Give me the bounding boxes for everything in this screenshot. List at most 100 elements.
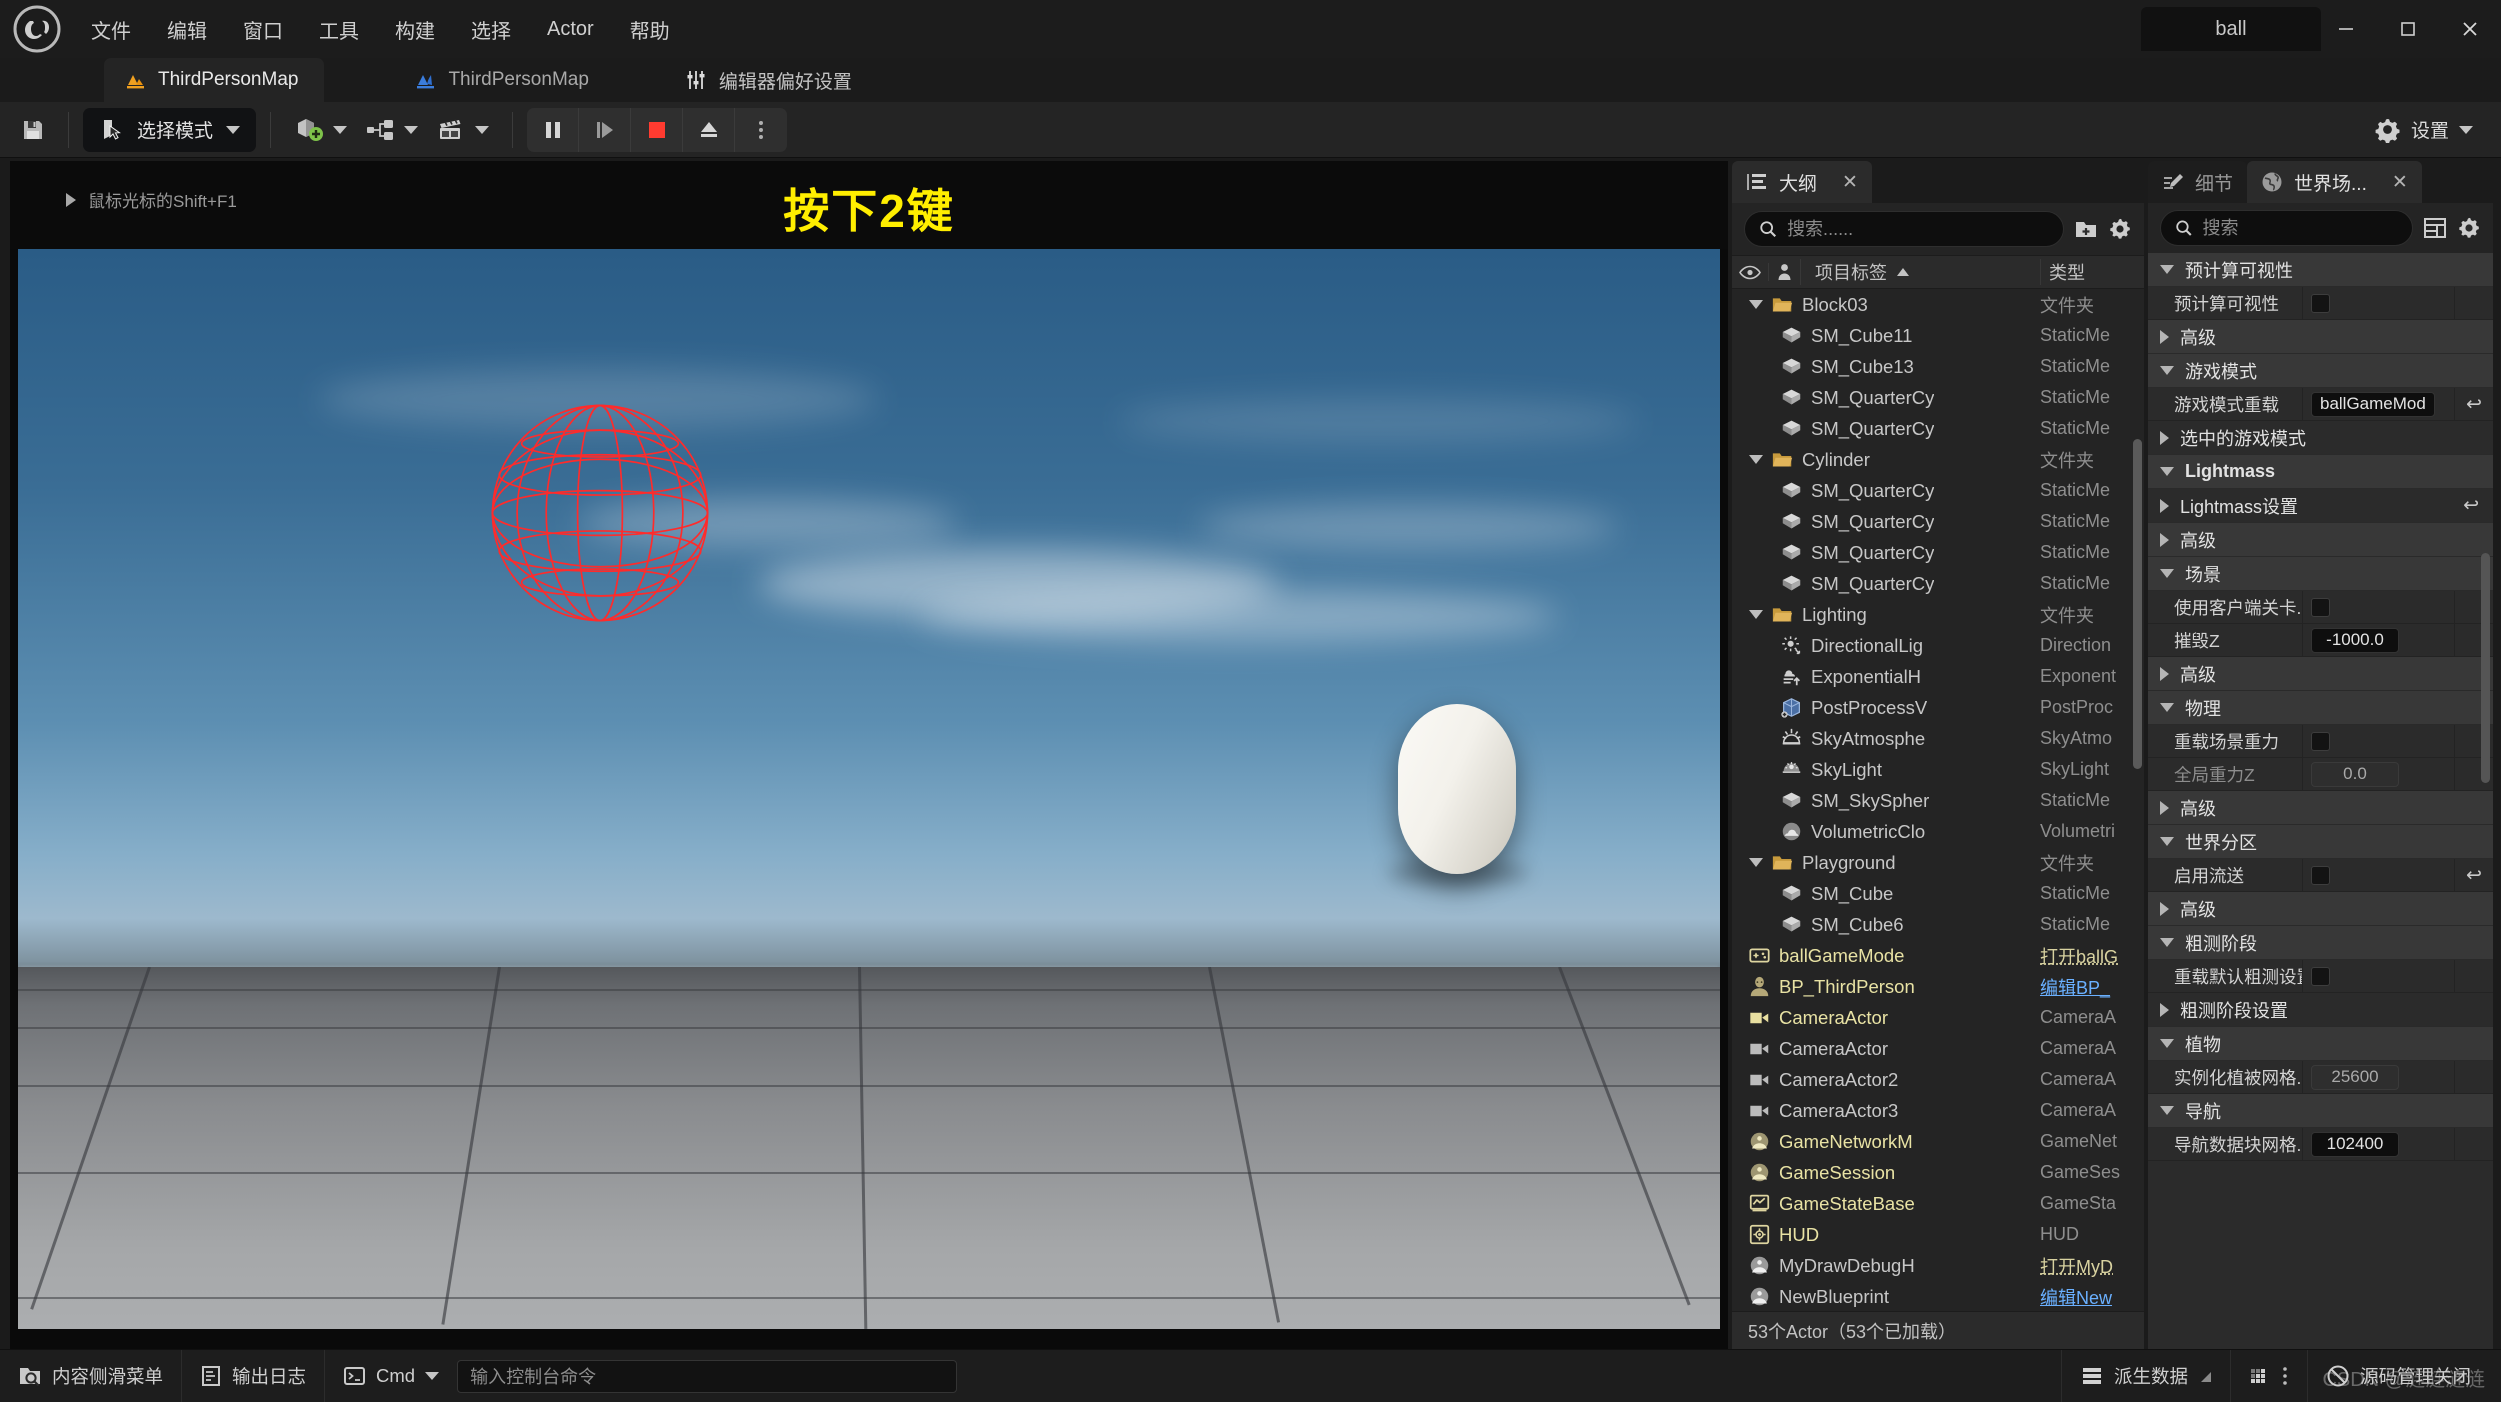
outliner-row[interactable]: Cylinder 文件夹 — [1732, 444, 2144, 475]
cmd-selector[interactable]: Cmd — [325, 1350, 445, 1402]
outliner-row[interactable]: CameraActor CameraA — [1732, 1033, 2144, 1064]
tab-thirdpersonmap-blueprint[interactable]: ThirdPersonMap — [394, 58, 614, 102]
property-category[interactable]: 高级 — [2148, 791, 2493, 825]
revert-icon[interactable]: ↩ — [2463, 494, 2479, 517]
outliner-row[interactable]: HUD HUD — [1732, 1219, 2144, 1250]
expand-arrow-icon[interactable] — [2160, 1039, 2174, 1048]
details-scrollbar[interactable] — [2481, 553, 2490, 783]
property-category[interactable]: 高级 — [2148, 657, 2493, 691]
expand-arrow-icon[interactable] — [2160, 265, 2174, 274]
menu-edit[interactable]: 编辑 — [150, 9, 224, 50]
outliner-row[interactable]: SM_QuarterCy StaticMe — [1732, 537, 2144, 568]
property-category[interactable]: 粗测阶段 — [2148, 926, 2493, 960]
property-input[interactable]: ballGameMod — [2311, 391, 2435, 417]
property-value[interactable] — [2303, 960, 2455, 992]
tab-thirdpersonmap-level[interactable]: ThirdPersonMap — [104, 58, 325, 102]
menu-build[interactable]: 构建 — [378, 9, 452, 50]
outliner-search-input[interactable] — [1787, 218, 2049, 240]
property-category[interactable]: 物理 — [2148, 691, 2493, 725]
property-category[interactable]: 导航 — [2148, 1094, 2493, 1128]
content-drawer-button[interactable]: 内容侧滑菜单 — [0, 1349, 183, 1402]
settings-button[interactable]: 设置 — [2364, 110, 2483, 149]
minimize-button[interactable] — [2315, 0, 2377, 58]
visibility-column-header[interactable] — [1732, 265, 1768, 280]
outliner-row[interactable]: MyDrawDebugH 打开MyD — [1732, 1250, 2144, 1281]
derived-data-button[interactable]: 派生数据 — [2060, 1349, 2231, 1402]
outliner-row[interactable]: SkyAtmosphe SkyAtmo — [1732, 723, 2144, 754]
expand-arrow-icon[interactable] — [2160, 1106, 2174, 1115]
property-value[interactable]: ballGameMod — [2303, 388, 2455, 420]
label-column-header[interactable]: 项目标签 — [1800, 259, 2040, 285]
property-value[interactable]: -1000.0 — [2303, 624, 2455, 656]
level-viewport[interactable]: 鼠标光标的Shift+F1 按下2键 — [10, 161, 1728, 1349]
collapse-arrow-icon[interactable] — [2160, 901, 2169, 916]
outliner-row[interactable]: SM_QuarterCy StaticMe — [1732, 382, 2144, 413]
maximize-button[interactable] — [2377, 0, 2439, 58]
outliner-row[interactable]: BP_ThirdPerson 编辑BP_ — [1732, 971, 2144, 1002]
menu-window[interactable]: 窗口 — [226, 9, 300, 50]
pause-button[interactable] — [527, 107, 580, 152]
new-folder-icon[interactable] — [2074, 217, 2098, 241]
collapse-arrow-icon[interactable] — [2160, 498, 2169, 513]
revert-icon[interactable]: ↩ — [2466, 864, 2482, 887]
expand-arrow-icon[interactable] — [2160, 938, 2174, 947]
outliner-settings-gear-icon[interactable] — [2108, 217, 2132, 241]
outliner-row[interactable]: SM_QuarterCy StaticMe — [1732, 568, 2144, 599]
outliner-row[interactable]: GameNetworkM GameNet — [1732, 1126, 2144, 1157]
console-command-input[interactable]: 输入控制台命令 — [457, 1359, 958, 1393]
outliner-row[interactable]: PostProcessV PostProc — [1732, 692, 2144, 723]
tab-details[interactable]: 细节 — [2148, 161, 2248, 203]
save-button[interactable] — [12, 109, 54, 151]
outliner-tree[interactable]: Block03 文件夹 SM_Cube11 StaticMe SM_Cube13 Stat… — [1732, 289, 2144, 1311]
outliner-row[interactable]: SM_Cube13 StaticMe — [1732, 351, 2144, 382]
column-layout-icon[interactable] — [2423, 217, 2447, 239]
menu-tools[interactable]: 工具 — [302, 9, 376, 50]
performance-button[interactable] — [2231, 1349, 2308, 1402]
menu-select[interactable]: 选择 — [454, 9, 528, 50]
close-icon[interactable]: ✕ — [1842, 171, 1858, 194]
property-category[interactable]: 高级 — [2148, 892, 2493, 926]
expand-arrow-icon[interactable] — [2160, 703, 2174, 712]
property-checkbox[interactable] — [2311, 865, 2330, 885]
outliner-row[interactable]: Block03 文件夹 — [1732, 289, 2144, 320]
property-value[interactable]: 25600 — [2303, 1061, 2455, 1093]
close-button[interactable] — [2439, 0, 2501, 58]
unreal-logo-icon[interactable] — [0, 0, 74, 58]
eject-button[interactable] — [683, 107, 736, 152]
revert-icon[interactable]: ↩ — [2466, 393, 2482, 416]
property-checkbox[interactable] — [2311, 597, 2330, 617]
outliner-row[interactable]: Playground 文件夹 — [1732, 847, 2144, 878]
outliner-row-type[interactable]: 打开MyD — [2040, 1253, 2144, 1279]
menu-help[interactable]: 帮助 — [613, 9, 687, 50]
expand-arrow-icon[interactable] — [2160, 366, 2174, 375]
pin-column-header[interactable] — [1768, 263, 1800, 281]
property-value[interactable] — [2303, 287, 2455, 319]
outliner-row[interactable]: SM_Cube StaticMe — [1732, 878, 2144, 909]
property-value[interactable]: 102400 — [2303, 1128, 2455, 1160]
add-actor-button[interactable] — [285, 109, 356, 151]
expand-arrow-icon[interactable] — [1749, 610, 1763, 619]
blueprints-button[interactable] — [356, 109, 427, 151]
details-search-box[interactable] — [2160, 210, 2413, 246]
outliner-row[interactable]: SM_QuarterCy StaticMe — [1732, 413, 2144, 444]
property-category[interactable]: 游戏模式 — [2148, 354, 2493, 388]
collapse-arrow-icon[interactable] — [2160, 329, 2169, 344]
outliner-row[interactable]: GameSession GameSes — [1732, 1157, 2144, 1188]
property-category[interactable]: 选中的游戏模式 — [2148, 421, 2493, 455]
outliner-row[interactable]: SkyLight SkyLight — [1732, 754, 2144, 785]
collapse-arrow-icon[interactable] — [2160, 666, 2169, 681]
expand-arrow-icon[interactable] — [2160, 837, 2174, 846]
property-input[interactable]: 25600 — [2311, 1064, 2399, 1090]
more-vertical-icon[interactable] — [2281, 1365, 2289, 1387]
property-value[interactable] — [2303, 591, 2455, 623]
property-input[interactable]: 102400 — [2311, 1131, 2399, 1157]
property-category[interactable]: Lightmass设置 ↩ — [2148, 489, 2493, 523]
play-options-button[interactable] — [735, 108, 787, 152]
property-checkbox[interactable] — [2311, 293, 2330, 313]
property-input[interactable]: 0.0 — [2311, 761, 2399, 787]
collapse-arrow-icon[interactable] — [2160, 800, 2169, 815]
close-icon[interactable]: ✕ — [2392, 171, 2408, 194]
property-value[interactable] — [2303, 859, 2455, 891]
outliner-search-box[interactable] — [1744, 211, 2064, 247]
outliner-row[interactable]: SM_QuarterCy StaticMe — [1732, 475, 2144, 506]
